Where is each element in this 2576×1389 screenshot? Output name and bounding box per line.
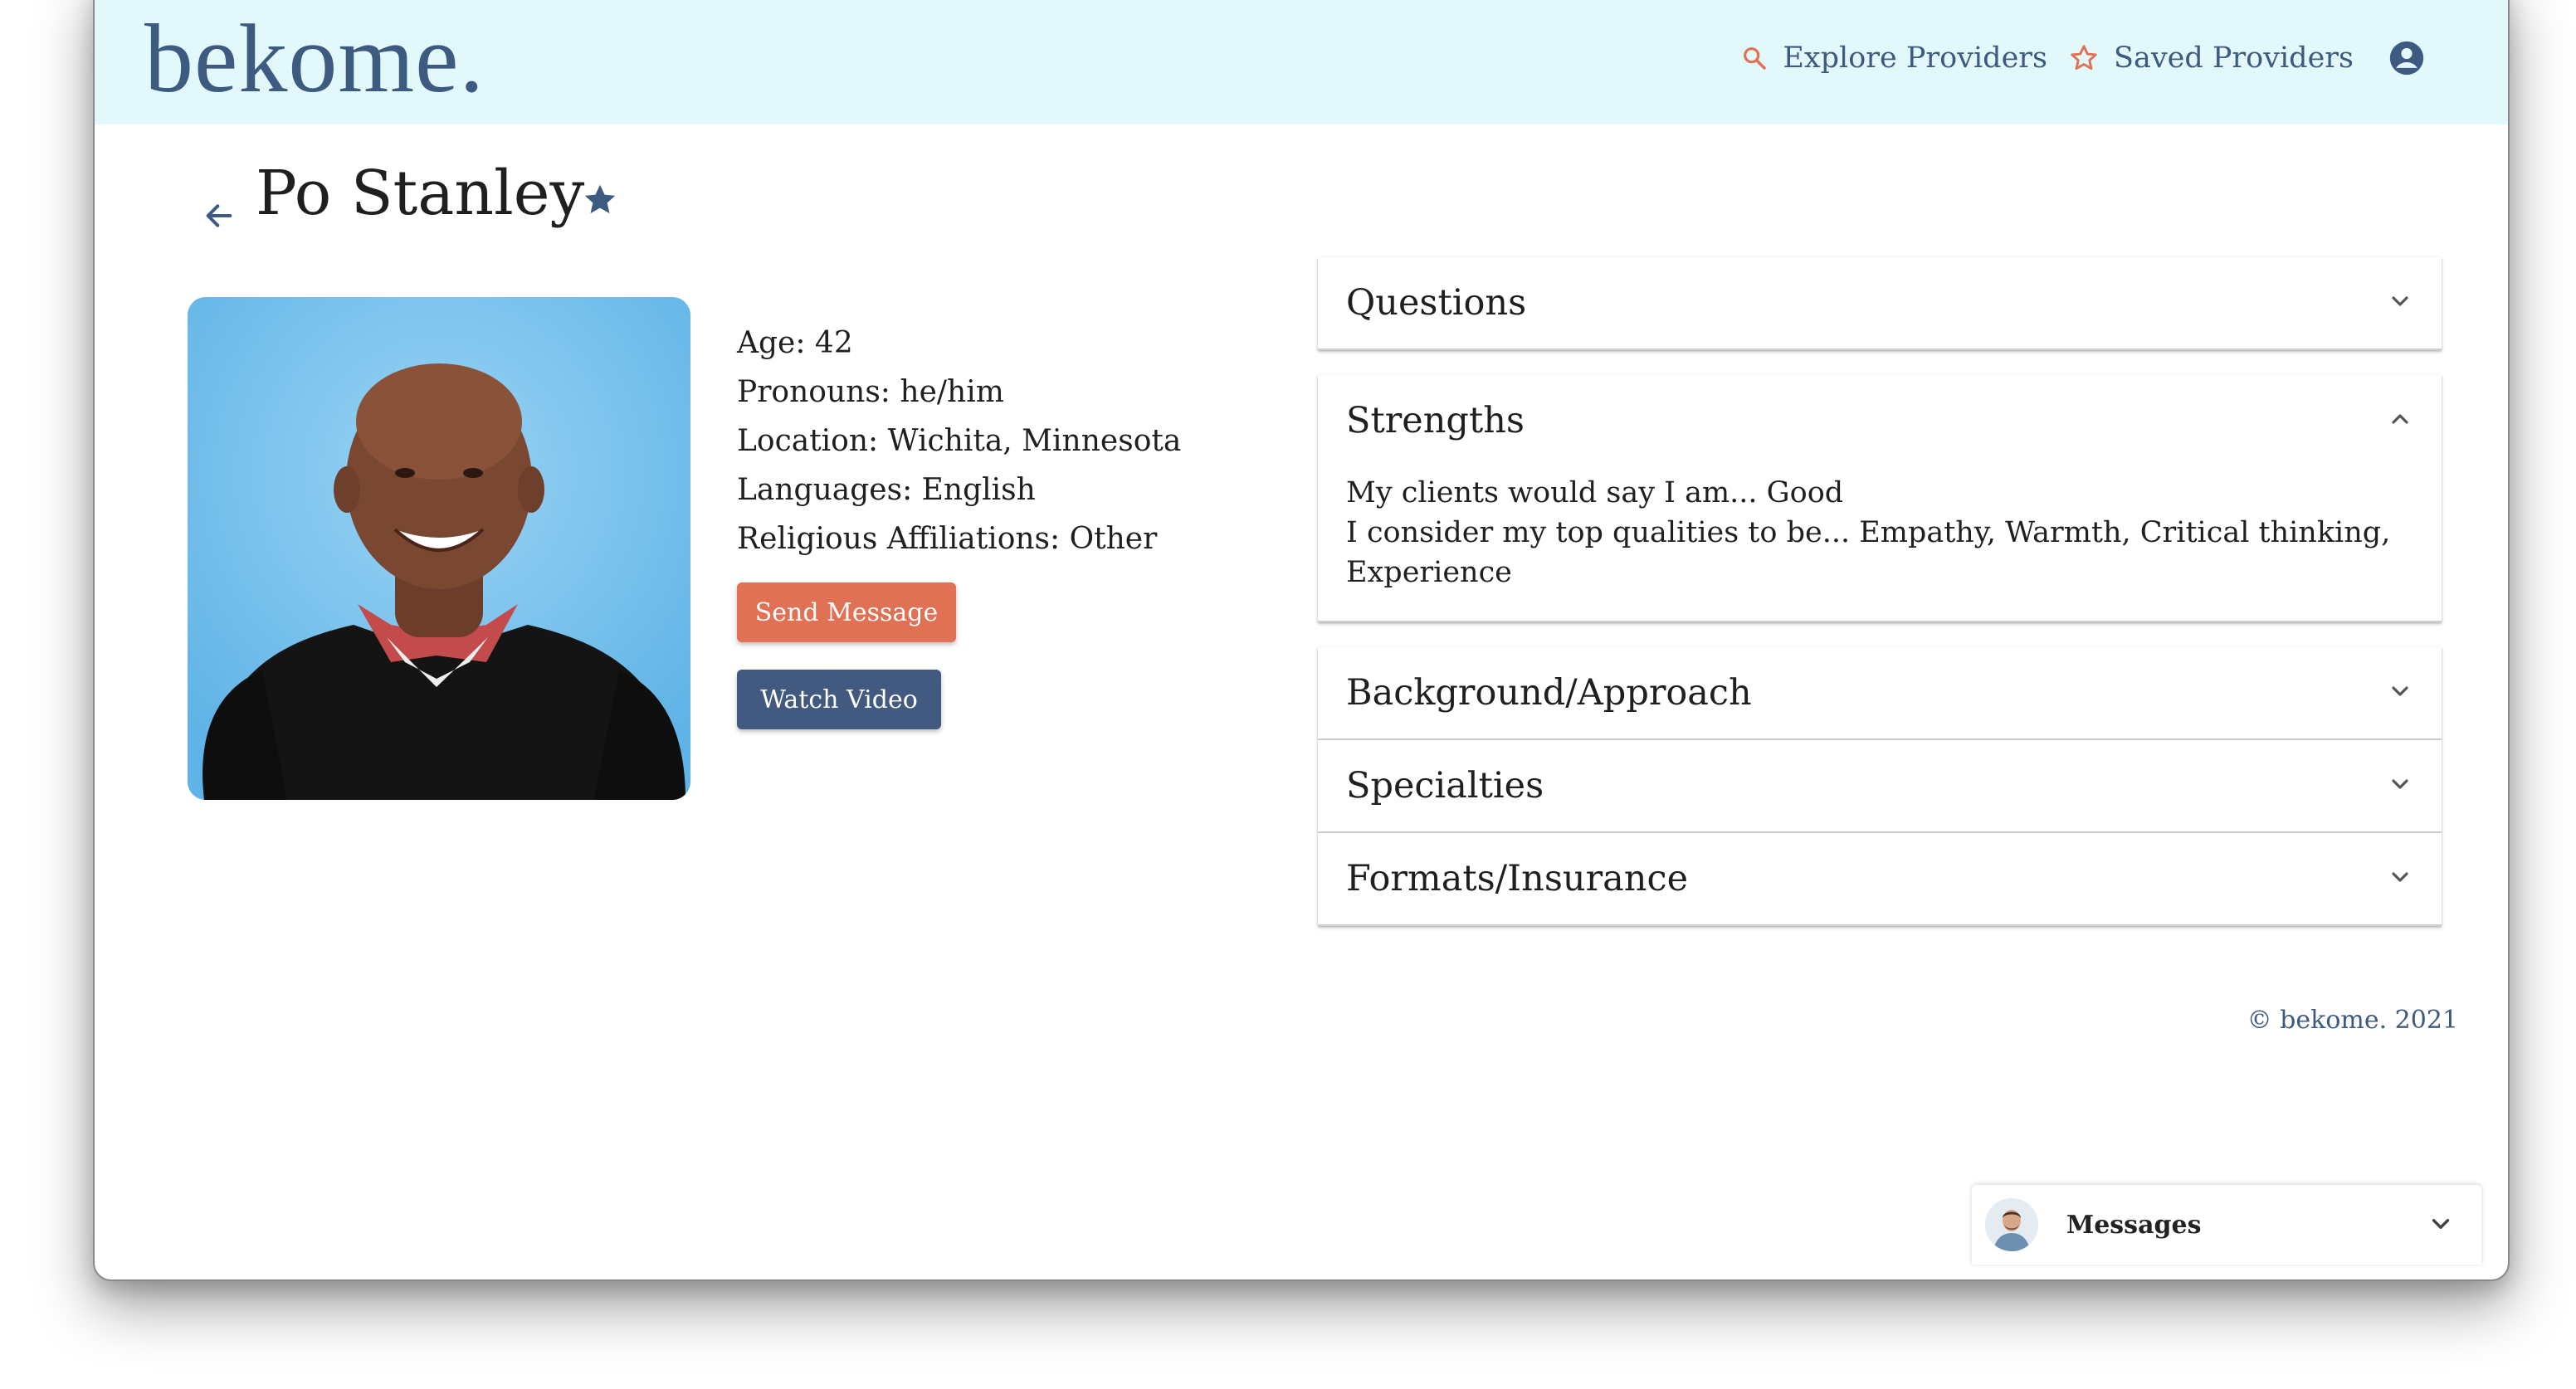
nav-explore-label: Explore Providers (1783, 41, 2047, 75)
messages-label: Messages (2066, 1210, 2202, 1240)
chevron-up-icon (2387, 400, 2413, 441)
provider-name: Po Stanley (256, 158, 585, 229)
messages-widget[interactable]: Messages (1972, 1185, 2481, 1265)
info-location: Location: Wichita, Minnesota (737, 424, 1182, 458)
arrow-left-icon[interactable] (202, 199, 236, 232)
accordion-background: Background/Approach (1318, 647, 2442, 740)
accordion-strengths-body: My clients would say I am... Good I cons… (1318, 466, 2442, 621)
avatar (1985, 1198, 2038, 1251)
browser-window: bekome. Explore Providers Saved Provider… (93, 0, 2510, 1281)
nav-explore-providers[interactable]: Explore Providers (1741, 41, 2047, 75)
star-filled-icon[interactable] (581, 181, 619, 219)
chevron-down-icon (2387, 672, 2413, 714)
accordion-background-header[interactable]: Background/Approach (1318, 647, 2442, 738)
nav-saved-label: Saved Providers (2114, 41, 2354, 75)
info-religion: Religious Affiliations: Other (737, 522, 1158, 556)
accordion-title: Specialties (1346, 765, 1544, 807)
accordion-title: Questions (1346, 282, 1527, 324)
info-pronouns: Pronouns: he/him (737, 375, 1004, 409)
strengths-line: My clients would say I am... Good (1346, 476, 1844, 509)
accordion-title: Strengths (1346, 400, 1525, 441)
chevron-down-icon[interactable] (2427, 1210, 2455, 1238)
chevron-down-icon (2387, 282, 2413, 324)
accordion-title: Background/Approach (1346, 672, 1752, 714)
send-message-button[interactable]: Send Message (737, 582, 956, 642)
nav-saved-providers[interactable]: Saved Providers (2069, 41, 2354, 75)
chevron-down-icon (2387, 765, 2413, 807)
watch-video-button[interactable]: Watch Video (737, 670, 941, 729)
star-outline-icon (2069, 43, 2099, 73)
top-nav: Explore Providers Saved Providers (1741, 40, 2425, 76)
strengths-line: I consider my top qualities to be... Emp… (1346, 516, 2391, 589)
top-header: bekome. Explore Providers Saved Provider… (95, 0, 2508, 124)
account-circle-icon[interactable] (2388, 40, 2425, 76)
accordion-specialties: Specialties (1318, 740, 2442, 833)
search-icon (1741, 45, 1768, 71)
accordion-formats-header[interactable]: Formats/Insurance (1318, 833, 2442, 924)
provider-info: Age: 42 Pronouns: he/him Location: Wichi… (737, 319, 1181, 563)
accordion-strengths: Strengths My clients would say I am... G… (1318, 375, 2442, 622)
profile-accordion: Questions Strengths My clients would say… (1318, 257, 2442, 926)
info-languages: Languages: English (737, 473, 1036, 507)
accordion-questions-header[interactable]: Questions (1318, 257, 2442, 348)
footer-copyright: © bekome. 2021 (2247, 1006, 2458, 1035)
accordion-formats: Formats/Insurance (1318, 833, 2442, 926)
logo[interactable]: bekome. (144, 10, 485, 108)
info-age: Age: 42 (737, 326, 853, 360)
accordion-questions: Questions (1318, 257, 2442, 350)
accordion-specialties-header[interactable]: Specialties (1318, 740, 2442, 831)
provider-photo (188, 297, 690, 800)
chevron-down-icon (2387, 858, 2413, 899)
accordion-title: Formats/Insurance (1346, 858, 1689, 899)
accordion-strengths-header[interactable]: Strengths (1318, 375, 2442, 466)
